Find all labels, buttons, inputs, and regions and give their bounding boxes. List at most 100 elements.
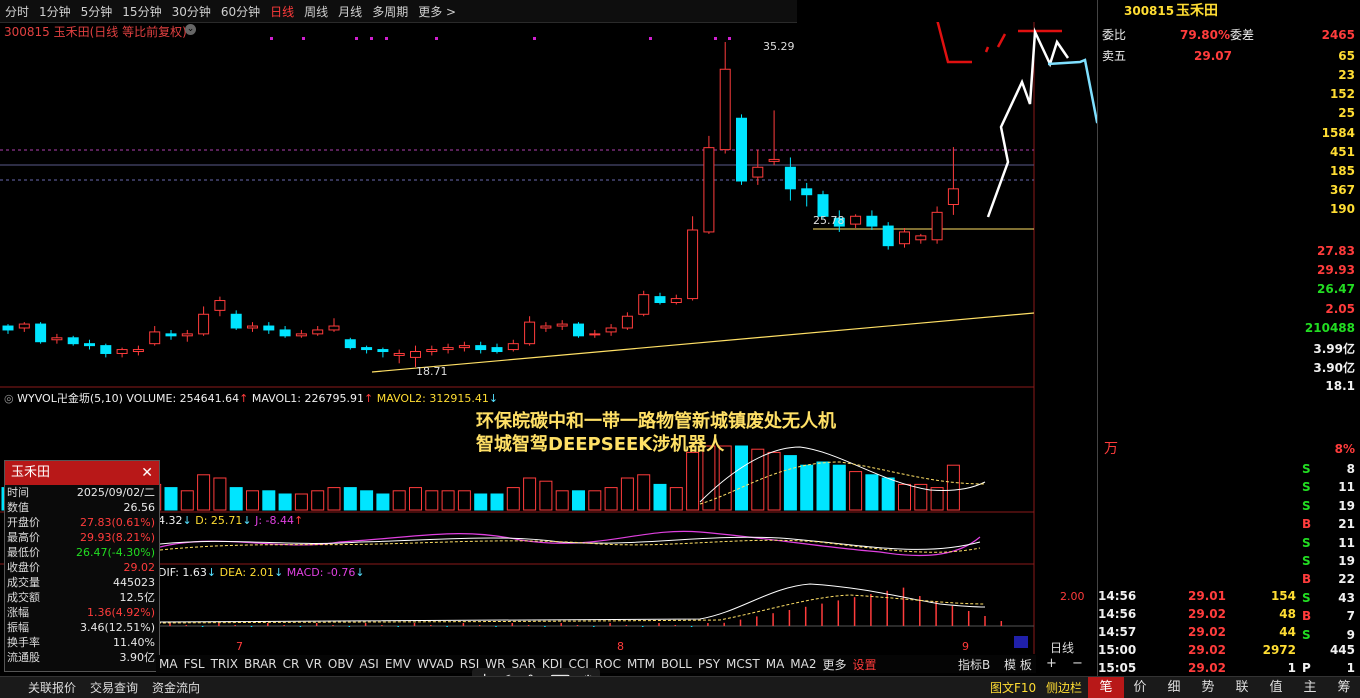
period-7[interactable]: 周线 [299,3,333,20]
quote-tab-6[interactable]: 主 [1292,677,1328,698]
quote-panel: 300815 玉禾田 委比 79.80% 委差 2465 卖五 29.07 65… [1097,0,1360,697]
candle-body [605,327,617,333]
candle-body [801,188,813,196]
candle-body [84,343,95,347]
volume-bar [653,483,667,511]
chevron-down-icon[interactable]: ⌄ [185,24,196,35]
price-row: 26.47 [1317,282,1355,297]
volume-bar [604,487,618,511]
indicator-20[interactable]: MA [763,657,788,671]
volume-bar [637,474,651,511]
quote-tab-0[interactable]: 笔 [1088,677,1124,698]
book-row: 190 [1329,202,1355,217]
volume-bar [832,464,846,511]
candle-body [589,333,601,336]
tick-row: 15:00 29.02 2972 [1098,643,1296,657]
quote-tab-5[interactable]: 值 [1258,677,1294,698]
period-9[interactable]: 多周期 [367,3,413,20]
indicator-4[interactable]: CR [280,657,303,671]
f10-button[interactable]: 图文F10 [990,679,1036,696]
volume-bar [946,464,960,511]
period-10[interactable]: 更多 > [413,3,461,20]
kdj-d-line [159,539,981,553]
candle-body [344,339,356,349]
candle-body [426,349,438,353]
timeframe-label: 日线 [1050,641,1075,655]
indicator-18[interactable]: PSY [695,657,723,671]
flow-row: S 19 [1302,498,1355,513]
signal-dot [714,37,717,40]
candle-body [573,323,584,337]
period-2[interactable]: 5分钟 [76,3,118,20]
signal-dot [649,37,652,40]
quote-tab-4[interactable]: 联 [1224,677,1260,698]
indicator-8[interactable]: EMV [382,657,414,671]
period-8[interactable]: 月线 [333,3,367,20]
template-button[interactable]: 模 板 [1004,656,1032,673]
price-row: 29.93 [1317,263,1355,278]
period-5[interactable]: 60分钟 [216,3,265,20]
indicator-5[interactable]: VR [302,657,325,671]
candle-body [393,352,405,356]
amount-row: 3.99亿 [1313,342,1355,356]
bottom-link-2[interactable]: 资金流向 [152,679,200,696]
period-4[interactable]: 30分钟 [167,3,216,20]
indicator-6[interactable]: OBV [325,657,357,671]
indicator-23[interactable]: 设置 [850,656,880,673]
candle-body [915,235,927,241]
volume-bar [246,490,259,511]
period-3[interactable]: 15分钟 [117,3,166,20]
candle-body [687,229,699,300]
candle-body [850,215,862,225]
quote-tab-1[interactable]: 价 [1122,677,1158,698]
candle-body [899,231,910,245]
signal-dot [435,37,438,40]
volume-bar [930,487,944,511]
price-row: 27.83 [1317,244,1355,258]
indicator-1[interactable]: FSL [181,657,208,671]
indicator-7[interactable]: ASI [356,657,381,671]
bottom-link-0[interactable]: 关联报价 [28,679,76,696]
indicator-19[interactable]: MCST [723,657,763,671]
sidebar-button[interactable]: 侧边栏 [1046,679,1082,696]
book-row: 23 [1338,68,1355,82]
candle-body [752,166,764,178]
volume-bar [294,493,308,511]
indicator-0[interactable]: MA [156,657,181,671]
candle-body [132,349,144,353]
period-0[interactable]: 分时 [0,3,34,20]
indicator-3[interactable]: BRAR [241,657,280,671]
candle-body [947,188,959,205]
period-6[interactable]: 日线 [265,3,299,20]
candle-body [768,158,780,162]
wan-row: 万 8% [1104,441,1355,457]
indicator-21[interactable]: MA2 [787,657,819,671]
indicator-2[interactable]: TRIX [208,657,241,671]
indicator-17[interactable]: BOLL [658,657,695,671]
info-row: 流通股 3.90亿 [7,651,155,664]
candle-body [882,225,894,247]
indicator-22[interactable]: 更多 [819,656,849,673]
volume-bar [881,477,895,511]
volume-bar [620,477,634,511]
indicator-16[interactable]: MTM [624,657,658,671]
macd-dea-line [157,594,986,624]
zoom-in-button[interactable]: + [1046,656,1057,671]
volume-bar [229,487,243,511]
indicator-b-button[interactable]: 指标B [958,656,990,673]
zoom-out-button[interactable]: − [1072,656,1083,671]
period-toolbar: 分时 1分钟 5分钟 15分钟 30分钟 60分钟 日线 周线 月线 多周期 更多 > [0,0,797,23]
candle-body [2,325,14,331]
quote-tab-3[interactable]: 势 [1190,677,1226,698]
quote-tab-2[interactable]: 细 [1156,677,1192,698]
candle-body [719,68,731,151]
candle-body [540,325,552,329]
quote-tab-7[interactable]: 筹 [1326,677,1360,698]
candle-body [295,333,307,337]
period-1[interactable]: 1分钟 [34,3,76,20]
bottom-link-1[interactable]: 交易查询 [90,679,138,696]
candle-body [866,215,878,227]
close-icon[interactable]: ✕ [141,461,153,485]
candle-body [556,323,568,327]
indicator-9[interactable]: WVAD [414,657,457,671]
